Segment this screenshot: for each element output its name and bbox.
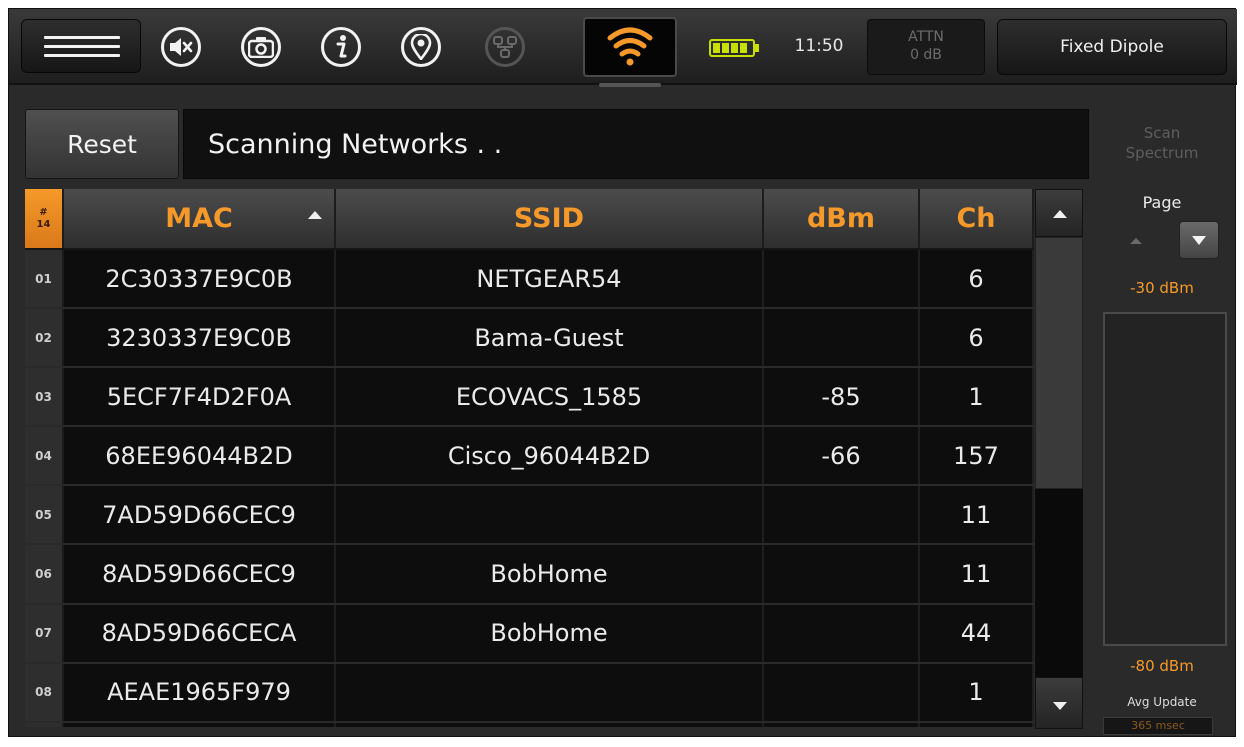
table-row[interactable]: 03 5ECF7F4D2F0A ECOVACS_1585 -85 1 xyxy=(25,367,1034,428)
sort-ascending-icon xyxy=(308,211,322,219)
ssid-cell xyxy=(335,485,764,546)
wifi-mode-button[interactable] xyxy=(583,17,677,87)
chevron-down-icon xyxy=(1053,702,1067,710)
row-number: 04 xyxy=(25,426,64,487)
chevron-up-icon xyxy=(1130,238,1142,244)
attn-value: 0 dB xyxy=(910,47,942,63)
channel-cell: 11 xyxy=(919,544,1034,605)
network-table: # 14 MAC SSID dBm Ch 01 2C30337E9C0B NET… xyxy=(25,189,1034,730)
ssid-cell: Bama-Guest xyxy=(335,308,764,369)
menu-button[interactable] xyxy=(21,19,141,73)
dbm-cell xyxy=(763,249,920,310)
battery-icon xyxy=(709,39,761,57)
ssid-cell: ECOVACS_1585 xyxy=(335,367,764,428)
info-icon[interactable] xyxy=(321,27,361,67)
clock: 11:50 xyxy=(794,36,844,56)
ssid-cell: BobHome xyxy=(335,544,764,605)
mac-cell: 2C30337E9C0B xyxy=(63,249,336,310)
dbm-cell xyxy=(763,485,920,546)
camera-icon[interactable] xyxy=(241,27,281,67)
table-row[interactable]: 06 8AD59D66CEC9 BobHome 11 xyxy=(25,544,1034,605)
row-number: 08 xyxy=(25,662,64,723)
avg-update-value[interactable]: 365 msec xyxy=(1103,717,1213,735)
chevron-down-icon xyxy=(1192,236,1206,245)
channel-cell: 6 xyxy=(919,308,1034,369)
ssid-cell: BobHome xyxy=(335,603,764,664)
menu-icon xyxy=(44,36,120,58)
antenna-mode-button[interactable]: Fixed Dipole xyxy=(997,19,1227,75)
channel-cell: 1 xyxy=(919,367,1034,428)
network-icon[interactable] xyxy=(485,27,525,67)
channel-cell: 11 xyxy=(919,485,1034,546)
row-number: 03 xyxy=(25,367,64,428)
table-row[interactable]: 01 2C30337E9C0B NETGEAR54 6 xyxy=(25,249,1034,310)
avg-update-label: Avg Update xyxy=(1127,695,1197,709)
table-row[interactable]: 08 AEAE1965F979 1 xyxy=(25,662,1034,723)
mute-icon[interactable] xyxy=(161,27,201,67)
column-header-ssid[interactable]: SSID xyxy=(335,189,764,250)
row-number: 07 xyxy=(25,603,64,664)
scroll-down-button[interactable] xyxy=(1035,677,1083,729)
reset-button[interactable]: Reset xyxy=(25,109,179,179)
column-header-ch[interactable]: Ch xyxy=(919,189,1034,250)
table-row[interactable]: 02 3230337E9C0B Bama-Guest 6 xyxy=(25,308,1034,369)
mac-cell: 7AD59D66CEC9 xyxy=(63,485,336,546)
chevron-up-icon xyxy=(1053,210,1067,218)
table-row-partial xyxy=(25,721,1034,730)
dbm-cell xyxy=(763,308,920,369)
wifi-icon xyxy=(607,27,653,66)
row-number: 02 xyxy=(25,308,64,369)
attn-label: ATTN xyxy=(908,29,944,45)
scan-status: Scanning Networks . . xyxy=(183,109,1089,179)
row-number: 05 xyxy=(25,485,64,546)
attenuation-display[interactable]: ATTN 0 dB xyxy=(867,19,985,75)
scroll-up-button[interactable] xyxy=(1035,189,1083,237)
table-row[interactable]: 04 68EE96044B2D Cisco_96044B2D -66 157 xyxy=(25,426,1034,487)
page-down-button[interactable] xyxy=(1179,221,1219,259)
ssid-cell xyxy=(335,662,764,723)
ssid-cell: NETGEAR54 xyxy=(335,249,764,310)
mac-cell: 8AD59D66CECA xyxy=(63,603,336,664)
table-header-row: # 14 MAC SSID dBm Ch xyxy=(25,189,1034,250)
signal-strength-bar xyxy=(1103,312,1227,646)
dbm-cell: -85 xyxy=(763,367,920,428)
signal-scale-bottom: -80 dBm xyxy=(1130,657,1194,675)
channel-cell: 1 xyxy=(919,662,1034,723)
scan-spectrum-button[interactable]: Scan Spectrum xyxy=(1095,109,1229,179)
mac-cell: AEAE1965F979 xyxy=(63,662,336,723)
column-header-dbm[interactable]: dBm xyxy=(763,189,920,250)
signal-scale-top: -30 dBm xyxy=(1130,279,1194,297)
location-icon[interactable] xyxy=(401,27,441,67)
mac-cell: 68EE96044B2D xyxy=(63,426,336,487)
mac-cell: 5ECF7F4D2F0A xyxy=(63,367,336,428)
row-number: 06 xyxy=(25,544,64,605)
dbm-cell xyxy=(763,662,920,723)
app-window: 11:50 ATTN 0 dB Fixed Dipole Reset Scann… xyxy=(8,8,1237,737)
channel-cell: 6 xyxy=(919,249,1034,310)
mac-cell: 8AD59D66CEC9 xyxy=(63,544,336,605)
table-row[interactable]: 05 7AD59D66CEC9 11 xyxy=(25,485,1034,546)
dbm-cell xyxy=(763,544,920,605)
top-toolbar: 11:50 ATTN 0 dB Fixed Dipole xyxy=(9,9,1237,87)
row-number: 01 xyxy=(25,249,64,310)
ssid-cell: Cisco_96044B2D xyxy=(335,426,764,487)
network-count-badge: # 14 xyxy=(25,189,64,250)
page-up-button[interactable] xyxy=(1119,223,1153,257)
dbm-cell xyxy=(763,603,920,664)
dbm-cell: -66 xyxy=(763,426,920,487)
table-row[interactable]: 07 8AD59D66CECA BobHome 44 xyxy=(25,603,1034,664)
scrollbar-thumb[interactable] xyxy=(1035,237,1083,489)
column-header-mac[interactable]: MAC xyxy=(63,189,336,250)
channel-cell: 44 xyxy=(919,603,1034,664)
mac-cell: 3230337E9C0B xyxy=(63,308,336,369)
page-label: Page xyxy=(1142,193,1182,212)
channel-cell: 157 xyxy=(919,426,1034,487)
